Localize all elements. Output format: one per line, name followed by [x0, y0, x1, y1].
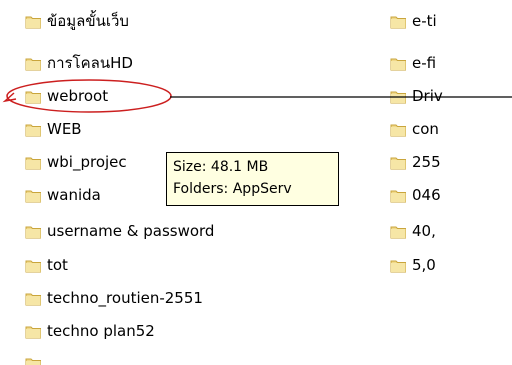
folder-item[interactable]: 046: [390, 184, 441, 206]
folder-icon: [25, 291, 42, 306]
folder-icon: [25, 258, 42, 273]
folder-icon: [25, 324, 42, 339]
folder-icon: [25, 356, 42, 365]
explorer-view: ข้อมูลขั้นเว็บ การโคลนHD webroot WEB wbi…: [0, 0, 512, 365]
folder-item[interactable]: techno plan52: [25, 320, 155, 342]
folder-item[interactable]: WEB: [25, 118, 82, 140]
tooltip-folders: Folders: AppServ: [173, 181, 292, 197]
folder-icon: [390, 155, 407, 170]
folder-icon: [25, 122, 42, 137]
folder-label: ข้อมูลขั้นเว็บ: [47, 12, 129, 30]
folder-label: 046: [412, 186, 441, 204]
folder-icon: [25, 56, 42, 71]
folder-icon: [390, 14, 407, 29]
folder-item[interactable]: 5,0: [390, 254, 436, 276]
tooltip-size: Size: 48.1 MB: [173, 159, 269, 175]
folder-label: 5,0: [412, 256, 436, 274]
folder-info-tooltip: Size: 48.1 MB Folders: AppServ: [166, 152, 339, 206]
folder-label: 255: [412, 153, 441, 171]
folder-label: 40,: [412, 222, 436, 240]
folder-item[interactable]: e-ti: [390, 10, 437, 32]
folder-icon: [390, 224, 407, 239]
folder-label: tot: [47, 256, 68, 274]
folder-item[interactable]: username & password: [25, 220, 214, 242]
folder-label: username & password: [47, 222, 215, 240]
folder-item-webroot[interactable]: webroot: [25, 85, 108, 107]
folder-label: techno_routien-2551: [47, 289, 203, 307]
folder-label: การโคลนHD: [47, 54, 133, 72]
folder-icon: [25, 224, 42, 239]
folder-label: webroot: [47, 87, 109, 105]
folder-label: con: [412, 120, 439, 138]
folder-list-right: e-ti e-fi Driv con 255 046 40, 5,0: [390, 0, 512, 365]
folder-icon: [390, 122, 407, 137]
folder-icon: [25, 155, 42, 170]
folder-icon: [25, 188, 42, 203]
folder-item[interactable]: Driv: [390, 85, 443, 107]
folder-label: e-fi: [412, 54, 437, 72]
folder-item[interactable]: การโคลนHD: [25, 52, 133, 74]
folder-item[interactable]: [25, 352, 47, 365]
folder-item[interactable]: ข้อมูลขั้นเว็บ: [25, 10, 129, 32]
folder-item[interactable]: techno_routien-2551: [25, 287, 203, 309]
folder-item[interactable]: 255: [390, 151, 441, 173]
folder-item[interactable]: e-fi: [390, 52, 436, 74]
folder-label: e-ti: [412, 12, 437, 30]
folder-item[interactable]: tot: [25, 254, 68, 276]
folder-item[interactable]: con: [390, 118, 439, 140]
annotation-arrow-tip: [2, 92, 17, 103]
folder-icon: [390, 56, 407, 71]
folder-label: WEB: [47, 120, 82, 138]
folder-icon: [390, 89, 407, 104]
folder-item[interactable]: wbi_projec: [25, 151, 127, 173]
folder-label: wbi_projec: [47, 153, 127, 171]
folder-item[interactable]: wanida: [25, 184, 101, 206]
folder-icon: [25, 89, 42, 104]
folder-icon: [390, 258, 407, 273]
folder-label: wanida: [47, 186, 101, 204]
folder-label: techno plan52: [47, 322, 155, 340]
folder-icon: [390, 188, 407, 203]
folder-label: Driv: [412, 87, 443, 105]
folder-icon: [25, 14, 42, 29]
folder-item[interactable]: 40,: [390, 220, 436, 242]
